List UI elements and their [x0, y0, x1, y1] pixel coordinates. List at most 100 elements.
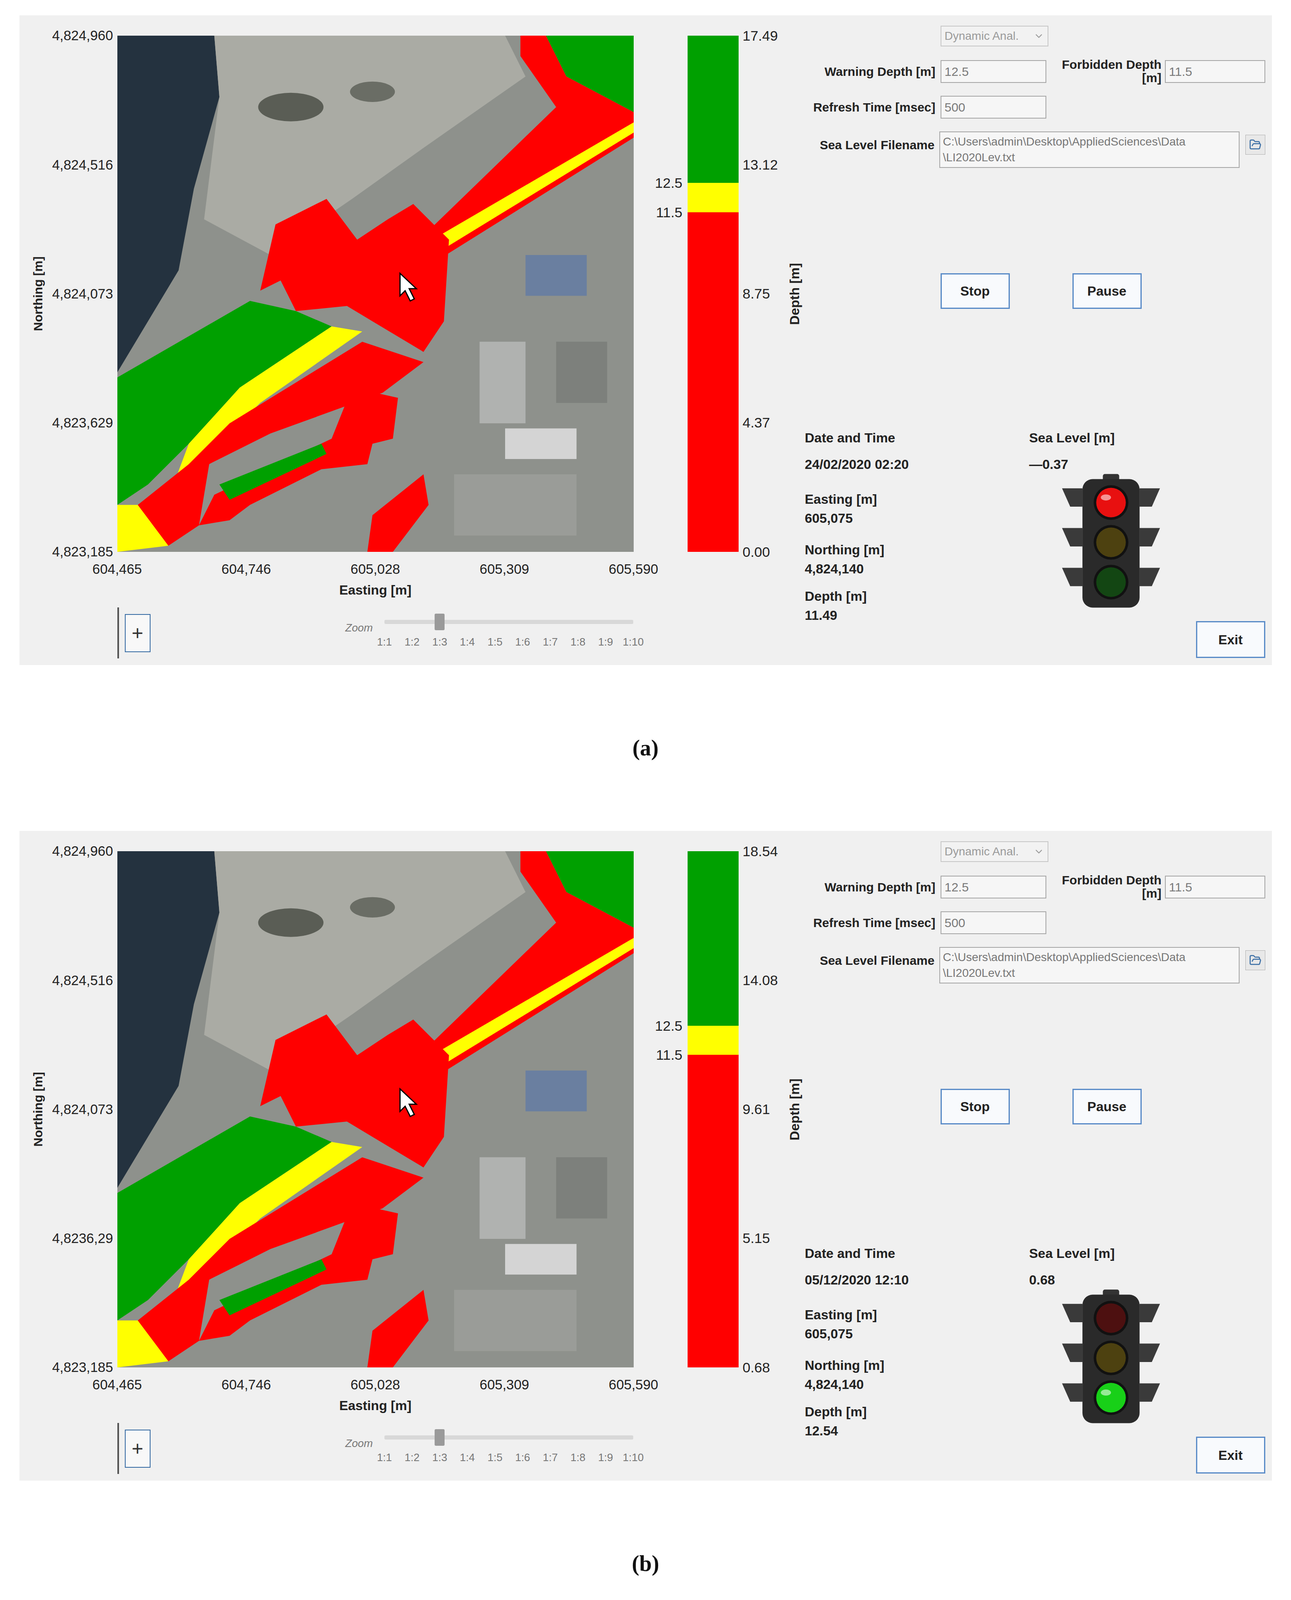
colorbar-title: Depth [m] — [784, 35, 805, 552]
filename-line: \LI2020Lev.txt — [942, 149, 1236, 166]
control-panel: Dynamic Anal.Warning Depth [m]12.5Forbid… — [804, 831, 1272, 1474]
exit-button[interactable]: Exit — [1196, 1436, 1266, 1474]
readout: Date and Time24/02/2020 02:20Easting [m]… — [804, 428, 1266, 659]
map-section: Northing [m]4,824,9604,824,5164,824,0734… — [19, 15, 634, 659]
zoom-slider[interactable]: 1:11:21:31:41:51:61:71:81:91:10 — [384, 619, 634, 651]
forbidden-input[interactable]: 11.5 — [1164, 875, 1266, 899]
traffic-light — [1060, 474, 1266, 613]
zoom-row: + Zoom 1:11:21:31:41:51:61:71:81:91:10 — [27, 607, 634, 659]
browse-button[interactable] — [1245, 950, 1266, 971]
zoom-row: + Zoom 1:11:21:31:41:51:61:71:81:91:10 — [27, 1423, 634, 1475]
action-button[interactable]: Pause — [1072, 273, 1142, 309]
depth-row: Warning Depth [m]12.5Forbidden Depth [m]… — [804, 58, 1266, 85]
colorbar-segment — [687, 182, 739, 213]
easting-label: Easting [m] — [804, 489, 1030, 509]
x-axis: 604,465604,746605,028605,309605,590Easti… — [27, 1367, 634, 1416]
y-axis-ticks: 4,824,9604,824,5164,824,0734,8236,294,82… — [48, 851, 118, 1368]
refresh-label: Refresh Time [msec] — [804, 913, 936, 933]
cursor-icon — [399, 1089, 416, 1117]
warning-label: Warning Depth [m] — [804, 62, 936, 81]
mode-dropdown: Dynamic Anal. — [940, 841, 1049, 863]
action-button[interactable]: Pause — [1072, 1089, 1142, 1125]
depth-value: 12.54 — [804, 1421, 1030, 1441]
x-axis: 604,465604,746605,028605,309605,590Easti… — [27, 551, 634, 601]
colorbar-title: Depth [m] — [784, 851, 805, 1368]
refresh-input[interactable]: 500 — [940, 95, 1047, 119]
chevron-down-icon — [1033, 30, 1045, 42]
app-window: Northing [m]4,824,9604,824,5164,824,0734… — [19, 15, 1272, 666]
map-row: Northing [m]4,824,9604,824,5164,824,0734… — [27, 35, 634, 552]
colorbar-ticks: 17.4913.128.754.370.00 — [738, 35, 785, 552]
control-panel: Dynamic Anal. Warning Depth [m]12.5Forbid… — [804, 15, 1272, 659]
exit-button[interactable]: Exit — [1196, 621, 1266, 659]
northing-value: 4,824,140 — [804, 1375, 1030, 1395]
splitter — [117, 1423, 120, 1475]
action-button[interactable]: Stop — [940, 1089, 1010, 1125]
filename-row: Sea Level FilenameC:\Users\admin\Desktop… — [804, 947, 1266, 984]
figure: Northing [m]4,824,9604,824,5164,824,0734… — [19, 831, 1272, 1600]
traffic-light-icon — [1060, 474, 1163, 613]
depth-label: Depth [m] — [804, 586, 1030, 606]
zoom-thumb[interactable] — [434, 613, 445, 631]
traffic-lamp — [1093, 564, 1129, 600]
colorbar-segment — [687, 851, 739, 1026]
zoom-plus-button[interactable]: + — [124, 614, 151, 653]
date-label: Date and Time — [804, 1244, 1030, 1264]
map-view[interactable] — [117, 35, 634, 552]
warning-input[interactable]: 12.5 — [940, 875, 1047, 899]
zoom-slider[interactable]: 1:11:21:31:41:51:61:71:81:91:10 — [384, 1435, 634, 1467]
filename-input[interactable]: C:\Users\admin\Desktop\AppliedSciences\D… — [939, 131, 1240, 168]
threshold-labels: 12.511.5 — [646, 851, 688, 1368]
colorbar-segment — [687, 212, 739, 552]
cursor-icon — [399, 273, 416, 301]
forbidden-mark: 11.5 — [656, 1047, 683, 1063]
depth-label: Depth [m] — [804, 1402, 1030, 1422]
easting-value: 605,075 — [804, 508, 1030, 528]
page: Northing [m] 4,824,9604,824,5164,824,0734… — [0, 0, 1291, 1600]
northing-value: 4,824,140 — [804, 559, 1030, 579]
traffic-light — [1060, 1289, 1266, 1429]
traffic-lamp — [1093, 1380, 1129, 1416]
browse-button[interactable] — [1245, 134, 1266, 155]
refresh-label: Refresh Time [msec] — [804, 97, 936, 117]
zoom-plus-button[interactable]: + — [124, 1429, 151, 1469]
traffic-lamp — [1093, 525, 1129, 560]
date-label: Date and Time — [804, 428, 1030, 448]
warning-input[interactable]: 12.5 — [940, 60, 1047, 83]
readout-right: Sea Level [m]0.68Exit — [1029, 1244, 1266, 1474]
colorbar-segment — [687, 1055, 739, 1368]
traffic-lamp — [1093, 485, 1129, 521]
filename-input[interactable]: C:\Users\admin\Desktop\AppliedSciences\D… — [939, 947, 1240, 984]
filename-line: C:\Users\admin\Desktop\AppliedSciences\D… — [942, 949, 1236, 966]
folder-icon — [1249, 954, 1262, 967]
figure-caption: (a) — [632, 665, 659, 832]
depth-row: Warning Depth [m]12.5Forbidden Depth [m]… — [804, 873, 1266, 901]
refresh-row: Refresh Time [msec]500 — [804, 95, 1266, 119]
forbidden-input[interactable]: 11.5 — [1164, 60, 1266, 83]
map-section: Northing [m]4,824,9604,824,5164,824,0734… — [19, 831, 634, 1475]
date-value: 05/12/2020 12:10 — [804, 1270, 1030, 1290]
y-axis-title: Northing [m] — [27, 35, 49, 552]
zoom-label: Zoom — [345, 619, 373, 637]
filename-row: Sea Level FilenameC:\Users\admin\Desktop… — [804, 131, 1266, 168]
sea-level-value: 0.68 — [1029, 1270, 1266, 1290]
easting-value: 605,075 — [804, 1324, 1030, 1344]
readout: Date and Time 05/12/2020 12:10 Easting [m]… — [804, 1244, 1266, 1474]
refresh-input[interactable]: 500 — [940, 911, 1047, 935]
zoom-thumb[interactable] — [434, 1429, 445, 1447]
map-view[interactable] — [117, 851, 634, 1368]
button-row: Stop Pause — [804, 1089, 1266, 1125]
button-row: Stop Pause — [804, 273, 1266, 309]
easting-label: Easting [m] — [804, 1305, 1030, 1325]
figure: Northing [m]4,824,9604,824,5164,824,0734… — [19, 15, 1272, 832]
mode-dropdown: Dynamic Anal. — [940, 25, 1049, 47]
traffic-light-icon — [1060, 1289, 1163, 1429]
map-row: Northing [m]4,824,9604,824,5164,824,0734… — [27, 851, 634, 1368]
action-button[interactable]: Stop — [940, 273, 1010, 309]
zoom-label: Zoom — [345, 1435, 373, 1452]
warning-label: Warning Depth [m] — [804, 877, 936, 897]
threshold-labels: 12.511.5 — [646, 35, 688, 552]
refresh-row: Refresh Time [msec]500 — [804, 911, 1266, 935]
forbidden-label: Forbidden Depth [m] — [1049, 873, 1162, 901]
readout-right: Sea Level [m]—0.37Exit — [1029, 428, 1266, 659]
